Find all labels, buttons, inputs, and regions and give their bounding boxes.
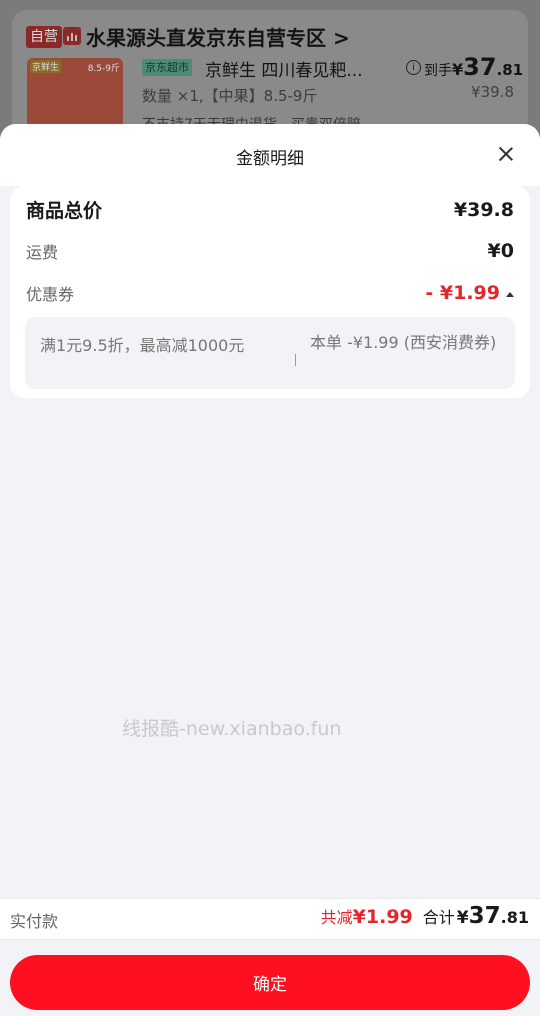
channel-badge: 京东超市 xyxy=(142,59,192,76)
coupon-label: 优惠券 xyxy=(26,285,75,304)
goods-total-value: ¥39.8 xyxy=(453,198,514,221)
final-price-dec: .81 xyxy=(496,61,524,79)
final-price: 到手¥37.81 xyxy=(424,53,523,81)
coupon-rule: 满1元9.5折，最高减1000元 xyxy=(40,336,245,355)
shop-chart-icon xyxy=(63,27,81,45)
product-image: 京鲜生 8.5-9斤 xyxy=(27,58,123,128)
sheet-header: 金额明细 xyxy=(0,124,540,186)
saved-label: 共减 xyxy=(320,908,353,927)
payment-total: 共减 ¥1.99 合计 ¥ 37 .81 xyxy=(321,903,529,929)
self-run-tag: 自营 xyxy=(26,26,62,48)
sum-label: 合计 xyxy=(422,908,455,927)
close-icon[interactable] xyxy=(496,144,516,164)
confirm-button[interactable]: 确定 xyxy=(10,955,530,1010)
sum-int: 37 xyxy=(468,903,501,929)
coupon-toggle[interactable]: - ¥1.99 xyxy=(425,282,514,304)
coupon-applied: 本单 -¥1.99 (西安消费券) xyxy=(310,333,497,352)
goods-total-label: 商品总价 xyxy=(26,200,103,222)
shipping-row: 运费 ¥0 xyxy=(26,239,514,263)
pay-label: 实付款 xyxy=(10,912,59,931)
saved-value: ¥1.99 xyxy=(352,906,413,928)
payment-summary-bar: 实付款 共减 ¥1.99 合计 ¥ 37 .81 xyxy=(0,898,540,940)
product-title: 京鲜生 四川春见耙... xyxy=(205,61,363,81)
watermark: 线报酷-new.xianbao.fun xyxy=(122,718,342,740)
final-price-int: 37 xyxy=(463,53,497,81)
amount-card: 商品总价 ¥39.8 运费 ¥0 优惠券 - ¥1.99 满1元9.5折，最高减… xyxy=(10,186,530,398)
quantity-spec: 数量 ×1,【中果】8.5-9斤 xyxy=(142,87,318,105)
shipping-label: 运费 xyxy=(26,243,59,262)
coupon-row: 优惠券 - ¥1.99 xyxy=(26,281,514,305)
product-image-weight-label: 8.5-9斤 xyxy=(87,64,120,74)
final-price-currency: ¥ xyxy=(452,60,464,79)
amount-detail-sheet: 金额明细 商品总价 ¥39.8 运费 ¥0 优惠券 - ¥1.99 满1元9.5… xyxy=(0,124,540,1016)
shipping-value: ¥0 xyxy=(487,240,514,262)
sum-dec: .81 xyxy=(500,908,529,927)
product-image-brand-label: 京鲜生 xyxy=(30,60,62,73)
info-icon: i xyxy=(406,60,421,75)
coupon-divider xyxy=(295,354,296,366)
sum-currency: ¥ xyxy=(456,908,469,928)
coupon-detail-box: 满1元9.5折，最高减1000元 本单 -¥1.99 (西安消费券) xyxy=(25,317,515,389)
final-price-label: 到手 xyxy=(424,63,452,79)
chevron-up-icon xyxy=(506,291,514,297)
sheet-title: 金额明细 xyxy=(236,149,304,169)
original-price: ¥39.8 xyxy=(471,83,514,101)
coupon-value: - ¥1.99 xyxy=(425,282,500,304)
shop-name: 水果源头直发京东自营专区 > xyxy=(86,26,350,50)
goods-total-row: 商品总价 ¥39.8 xyxy=(26,196,514,223)
